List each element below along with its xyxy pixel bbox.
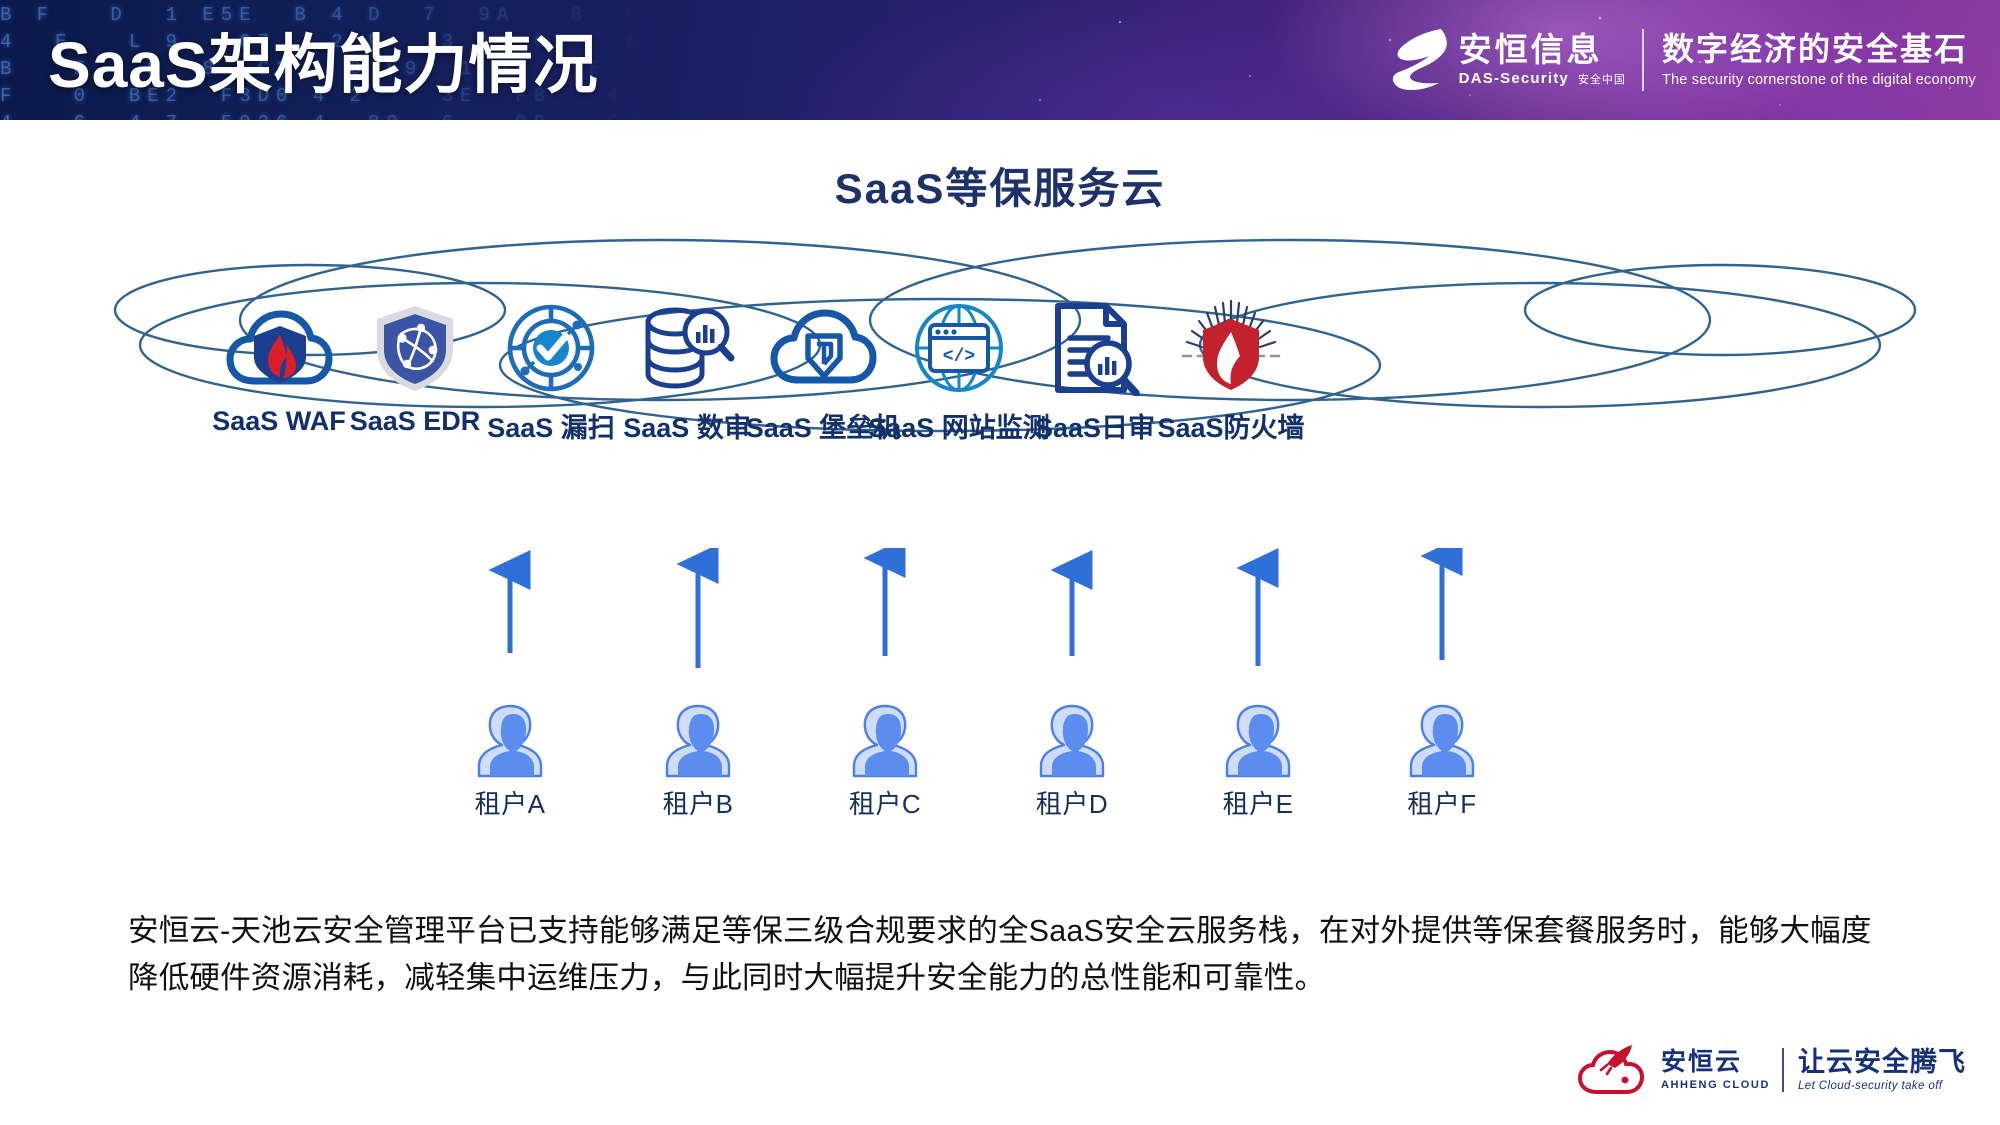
- brand-tagline-cn: 数字经济的安全基石: [1661, 31, 1968, 68]
- tenant-item[interactable]: 租户B: [623, 700, 773, 821]
- footer-tagline-block: 让云安全腾飞 Let Cloud-security take off: [1798, 1046, 1966, 1093]
- svg-text:</>: </>: [943, 347, 975, 367]
- tenant-label: 租户A: [474, 789, 546, 819]
- footer-divider: [1782, 1048, 1784, 1092]
- user-avatar-icon: [997, 700, 1147, 778]
- user-avatar-icon: [435, 700, 585, 778]
- page-title: SaaS架构能力情况: [48, 29, 599, 101]
- cloud-rocket-icon: [1577, 1045, 1644, 1094]
- user-avatar-icon: [1367, 700, 1517, 778]
- slide-root: B F D 1 E5E B 4 D 7 9A 8 C1 E 4 E L 9 07…: [0, 0, 2000, 1125]
- footer-tagline-cn: 让云安全腾飞: [1798, 1046, 1966, 1077]
- brand-tagline-en: The security cornerstone of the digital …: [1661, 71, 1976, 88]
- arrow-group: [488, 548, 1463, 668]
- cloud-title: SaaS等保服务云: [834, 165, 1166, 212]
- user-avatar-icon: [1183, 700, 1333, 778]
- tenant-item[interactable]: 租户D: [997, 700, 1147, 821]
- brand-name-block: 安恒信息 DAS-Security 安全中国: [1459, 33, 1626, 87]
- tenant-item[interactable]: 租户C: [810, 700, 960, 821]
- footer-name-en: AHHENG CLOUD: [1660, 1078, 1770, 1091]
- tenant-label: 租户F: [1407, 789, 1477, 819]
- user-avatar-icon: [623, 700, 773, 778]
- tenant-label: 租户D: [1035, 789, 1109, 819]
- company-brand: 安恒信息 DAS-Security 安全中国 数字经济的安全基石 The sec…: [1389, 16, 1976, 104]
- tenant-row: 租户A 租户B 租户C 租户D 租户E 租户F: [0, 700, 2000, 830]
- service-icon-row: SaaS WAF SaaS EDR SaaS 漏扫 SaaS 数审 SaaS 堡…: [0, 299, 2000, 460]
- tenant-label: 租户C: [848, 789, 922, 819]
- ahheng-cloud-footer-logo: 安恒云 AHHENG CLOUD 让云安全腾飞 Let Cloud-securi…: [1577, 1039, 1966, 1101]
- brand-name-en-sub: 安全中国: [1577, 73, 1626, 86]
- tenant-item[interactable]: 租户A: [435, 700, 585, 821]
- tenant-item[interactable]: 租户F: [1367, 700, 1517, 821]
- tenant-item[interactable]: 租户E: [1183, 700, 1333, 821]
- brand-tagline-block: 数字经济的安全基石 The security cornerstone of th…: [1661, 31, 1976, 88]
- service-item-saas-firewall[interactable]: SaaS防火墙: [1136, 299, 1326, 445]
- slide-header: B F D 1 E5E B 4 D 7 9A 8 C1 E 4 E L 9 07…: [0, 0, 2000, 120]
- user-avatar-icon: [810, 700, 960, 778]
- brand-name-cn: 安恒信息: [1458, 31, 1603, 69]
- tenant-label: 租户B: [662, 789, 734, 819]
- tenant-label: 租户E: [1222, 789, 1294, 819]
- description-paragraph: 安恒云-天池云安全管理平台已支持能够满足等保三级合规要求的全SaaS安全云服务栈…: [128, 914, 1872, 996]
- service-label: SaaS防火墙: [1157, 413, 1305, 443]
- footer-name-block: 安恒云 AHHENG CLOUD: [1660, 1048, 1770, 1091]
- shield-flame-burst-icon: [1136, 299, 1326, 396]
- brand-name-en: DAS-Security: [1458, 69, 1569, 87]
- brand-divider: [1641, 29, 1644, 91]
- footer-name-cn: 安恒云: [1660, 1048, 1742, 1077]
- das-security-logo-icon: [1392, 29, 1447, 91]
- footer-tagline-en: Let Cloud-security take off: [1798, 1080, 1943, 1093]
- tenant-uplink-arrows: [488, 548, 1463, 668]
